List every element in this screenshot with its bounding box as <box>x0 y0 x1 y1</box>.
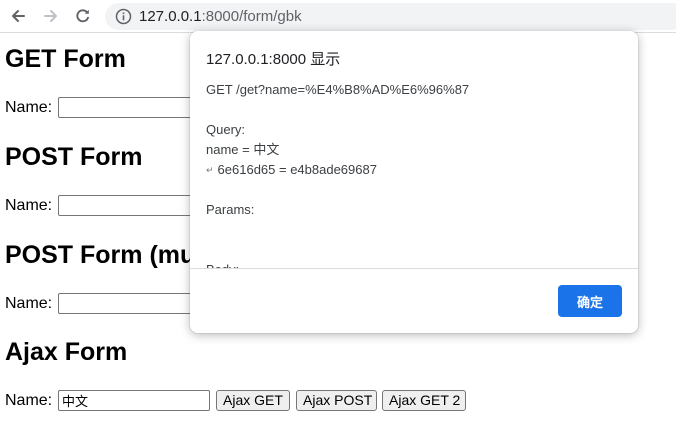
alert-dialog: 127.0.0.1:8000 显示 GET /get?name=%E4%B8%A… <box>190 31 638 333</box>
ok-button[interactable]: 确定 <box>558 285 622 317</box>
dialog-title: 127.0.0.1:8000 显示 <box>206 51 341 68</box>
message-line <box>206 220 626 240</box>
control-char-icon: ↵ <box>206 165 214 175</box>
dialog-message[interactable]: GET /get?name=%E4%B8%AD%E6%96%87 Query: … <box>206 80 626 268</box>
dialog-overlay: 127.0.0.1:8000 显示 GET /get?name=%E4%B8%A… <box>0 0 676 424</box>
message-line: ↵ 6e616d65 = e4b8ade69687 <box>206 160 626 180</box>
message-line <box>206 180 626 200</box>
message-line-text: 6e616d65 = e4b8ade69687 <box>217 162 377 177</box>
dialog-divider <box>190 268 638 269</box>
message-line <box>206 100 626 120</box>
message-line: name = 中文 <box>206 142 280 157</box>
message-line: Query: <box>206 122 246 137</box>
message-line: Params: <box>206 202 255 217</box>
message-line: Body: <box>206 260 626 268</box>
message-line <box>206 240 626 260</box>
message-line: GET /get?name=%E4%B8%AD%E6%96%87 <box>206 82 470 97</box>
